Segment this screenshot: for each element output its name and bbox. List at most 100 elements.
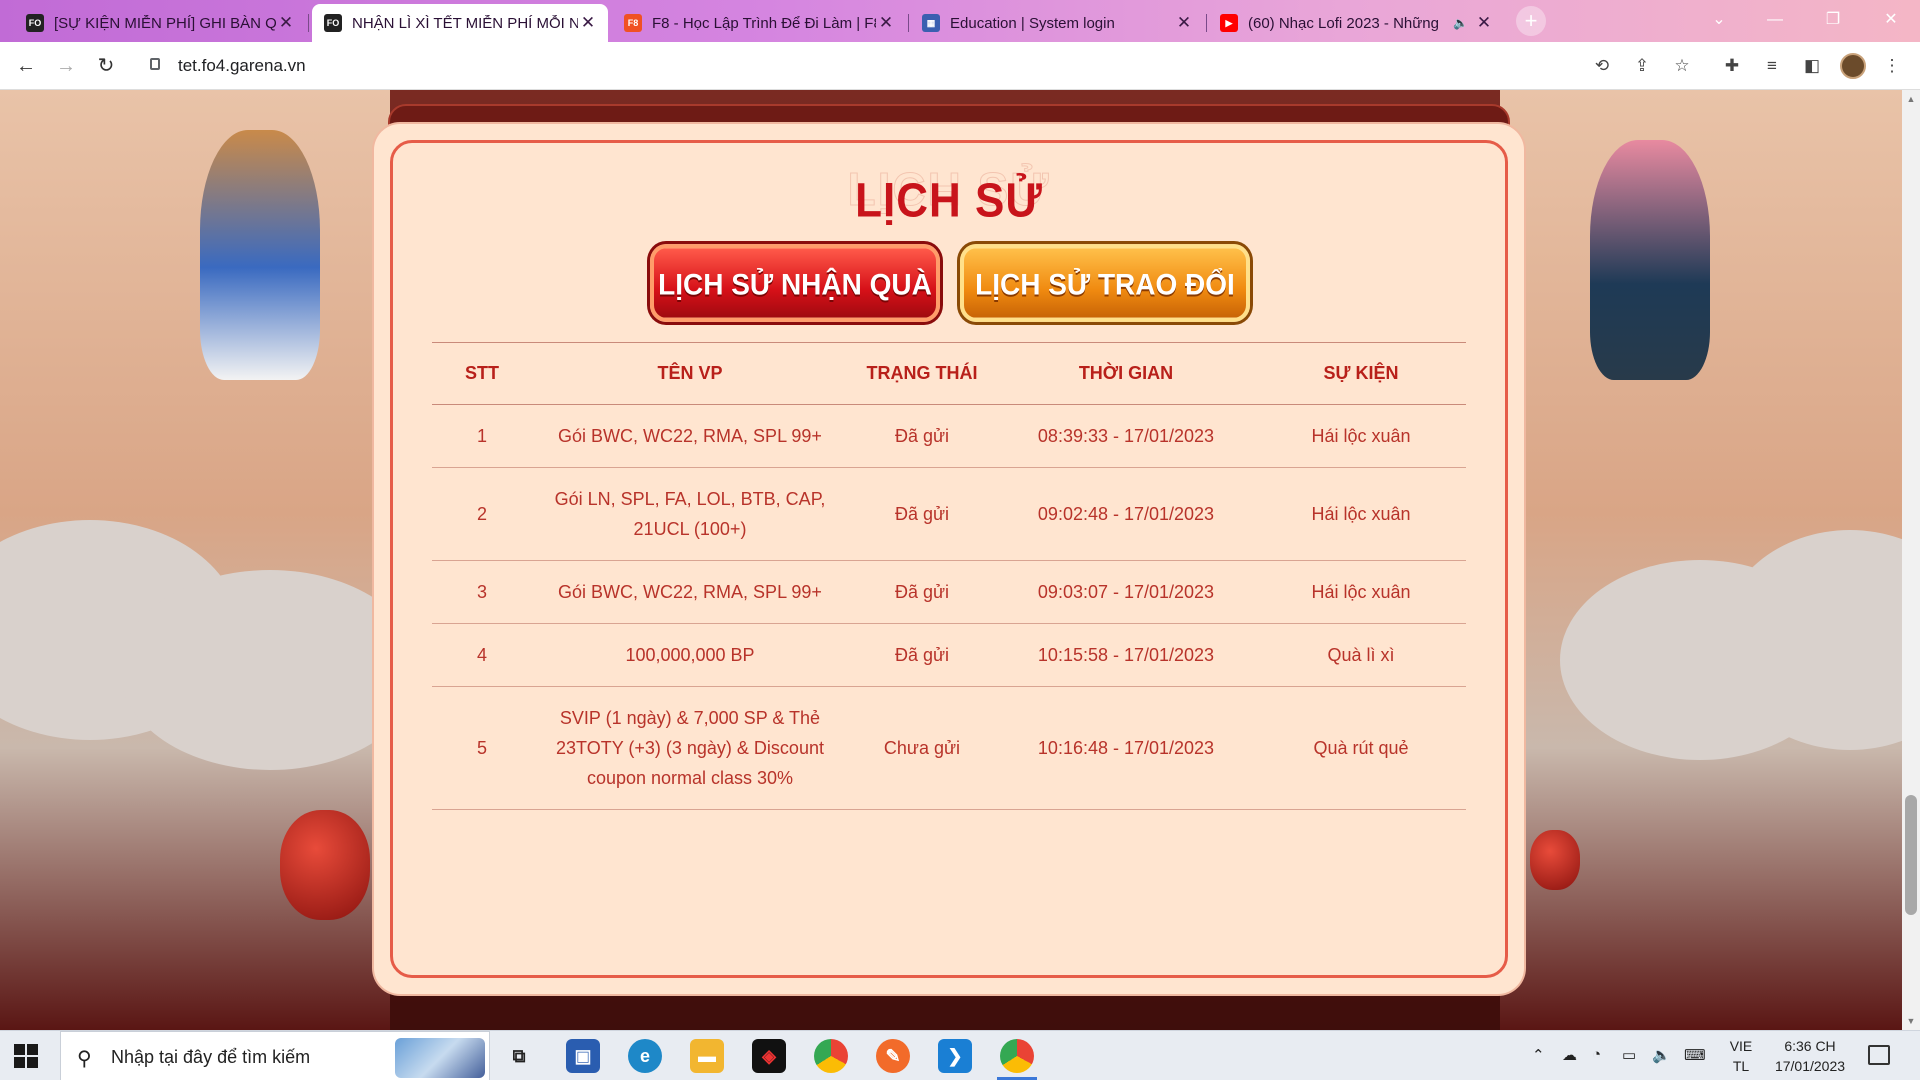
table-row: 5 SVIP (1 ngày) & 7,000 SP & Thẻ 23TOTY … xyxy=(432,686,1466,810)
fo4-icon: FO xyxy=(26,14,44,32)
tab-title: [SỰ KIỆN MIỄN PHÍ] GHI BÀN QU xyxy=(54,14,276,32)
lock-icon[interactable] xyxy=(150,58,160,70)
table-row: 3 Gói BWC, WC22, RMA, SPL 99+ Đã gửi 09:… xyxy=(432,560,1466,624)
tab-youtube[interactable]: ▶ (60) Nhạc Lofi 2023 - Những 🔈 ✕ xyxy=(1208,4,1504,42)
taskbar-search[interactable]: ⚲ Nhập tại đây để tìm kiếm xyxy=(60,1031,490,1080)
file-explorer-icon[interactable]: ▬ xyxy=(690,1039,724,1073)
edge-icon[interactable]: e xyxy=(628,1039,662,1073)
fo4-icon: FO xyxy=(324,14,342,32)
cell-stt: 2 xyxy=(432,467,532,561)
close-icon[interactable]: ✕ xyxy=(1174,13,1194,33)
translate-icon[interactable]: ⟲ xyxy=(1590,54,1614,78)
cell-item: Gói BWC, WC22, RMA, SPL 99+ xyxy=(532,560,848,624)
youtube-icon: ▶ xyxy=(1220,14,1238,32)
cell-event: Hái lộc xuân xyxy=(1256,404,1466,468)
cell-event: Hái lộc xuân xyxy=(1256,560,1466,624)
tab-separator xyxy=(908,14,909,32)
vscode-icon[interactable]: ❯ xyxy=(938,1039,972,1073)
table-header-row: STT TÊN VP TRẠNG THÁI THỜI GIAN SỰ KIỆN xyxy=(432,342,1466,405)
tab-title: F8 - Học Lập Trình Để Đi Làm | F8 xyxy=(652,14,876,32)
address-bar[interactable] xyxy=(138,48,1618,84)
back-icon[interactable]: ← xyxy=(12,52,40,80)
tab-strip: FO [SỰ KIỆN MIỄN PHÍ] GHI BÀN QU ✕ FO NH… xyxy=(0,0,1920,42)
profile-avatar[interactable] xyxy=(1840,53,1866,79)
minimize-icon[interactable]: — xyxy=(1750,0,1800,40)
forward-icon[interactable]: → xyxy=(52,52,80,80)
close-icon[interactable]: ✕ xyxy=(578,13,598,33)
restore-icon[interactable]: ❐ xyxy=(1808,0,1858,40)
url-text[interactable]: tet.fo4.garena.vn xyxy=(178,56,306,76)
search-placeholder: Nhập tại đây để tìm kiếm xyxy=(111,1047,311,1067)
onedrive-icon[interactable]: ☁ xyxy=(1562,1046,1577,1064)
cell-status: Đã gửi xyxy=(848,404,996,468)
header-stt: STT xyxy=(432,342,532,405)
cell-event: Quà lì xì xyxy=(1256,623,1466,687)
scroll-up-icon[interactable]: ▲ xyxy=(1902,90,1920,108)
tab-separator xyxy=(1206,14,1207,32)
header-event: SỰ KIỆN xyxy=(1256,342,1466,405)
menu-icon[interactable]: ⋮ xyxy=(1880,54,1904,78)
lantern-decor xyxy=(280,810,370,920)
star-icon[interactable]: ☆ xyxy=(1670,54,1694,78)
tab-title: (60) Nhạc Lofi 2023 - Những xyxy=(1248,14,1439,32)
close-icon[interactable]: ✕ xyxy=(876,13,896,33)
speaker-icon[interactable]: 🔈 xyxy=(1453,16,1468,30)
taskbar-clock[interactable]: 6:36 CH 17/01/2023 xyxy=(1770,1036,1850,1076)
cell-status: Chưa gửi xyxy=(848,686,996,810)
cell-item: 100,000,000 BP xyxy=(532,623,848,687)
table-row: 1 Gói BWC, WC22, RMA, SPL 99+ Đã gửi 08:… xyxy=(432,404,1466,468)
browser-toolbar: ← → ↻ tet.fo4.garena.vn ⟲ ⇪ ☆ ✚ ≡ ◧ ⋮ xyxy=(0,42,1920,90)
windows-taskbar: ⚲ Nhập tại đây để tìm kiếm ⧉ ▣ e ▬ ◈ ✎ ❯… xyxy=(0,1030,1920,1080)
store-icon[interactable]: ▣ xyxy=(566,1039,600,1073)
cell-status: Đã gửi xyxy=(848,560,996,624)
history-table: STT TÊN VP TRẠNG THÁI THỜI GIAN SỰ KIỆN … xyxy=(432,342,1466,810)
search-highlight-image xyxy=(395,1038,485,1078)
chrome-profile-icon[interactable] xyxy=(1000,1039,1034,1073)
search-icon: ⚲ xyxy=(77,1048,92,1070)
chrome-icon[interactable] xyxy=(814,1039,848,1073)
scrollbar-thumb[interactable] xyxy=(1905,795,1917,915)
cell-stt: 1 xyxy=(432,404,532,468)
postman-icon[interactable]: ✎ xyxy=(876,1039,910,1073)
scroll-down-icon[interactable]: ▼ xyxy=(1902,1012,1920,1030)
window-close-icon[interactable]: ✕ xyxy=(1866,0,1916,40)
tab-f8[interactable]: F8 F8 - Học Lập Trình Để Đi Làm | F8 ✕ xyxy=(612,4,906,42)
cell-stt: 5 xyxy=(432,686,532,810)
cell-event: Hái lộc xuân xyxy=(1256,467,1466,561)
clock-time: 6:36 CH xyxy=(1784,1038,1836,1054)
cell-time: 08:39:33 - 17/01/2023 xyxy=(996,404,1256,468)
cell-time: 09:02:48 - 17/01/2023 xyxy=(996,467,1256,561)
education-icon: ▦ xyxy=(922,14,940,32)
side-panel-icon[interactable]: ◧ xyxy=(1800,54,1824,78)
table-row: 2 Gói LN, SPL, FA, LOL, BTB, CAP, 21UCL … xyxy=(432,467,1466,561)
cell-time: 10:15:58 - 17/01/2023 xyxy=(996,623,1256,687)
cell-stt: 3 xyxy=(432,560,532,624)
tray-chevron-icon[interactable]: ⌃ xyxy=(1532,1046,1545,1064)
cell-time: 09:03:07 - 17/01/2023 xyxy=(996,560,1256,624)
windows-start-icon[interactable] xyxy=(14,1044,38,1068)
tab-event-ghi-ban[interactable]: FO [SỰ KIỆN MIỄN PHÍ] GHI BÀN QU ✕ xyxy=(14,4,306,42)
task-view-icon[interactable]: ⧉ xyxy=(502,1039,536,1073)
volume-icon[interactable]: 🔈 xyxy=(1652,1046,1671,1064)
receive-history-button[interactable]: LỊCH SỬ NHẬN QUÀ xyxy=(650,244,940,322)
reload-icon[interactable]: ↻ xyxy=(92,52,120,80)
tab-education[interactable]: ▦ Education | System login ✕ xyxy=(910,4,1204,42)
close-icon[interactable]: ✕ xyxy=(276,13,296,33)
history-modal: LỊCH SỬ LỊCH SỬ LỊCH SỬ NHẬN QUÀ LỊCH SỬ… xyxy=(374,124,1524,994)
new-tab-button[interactable]: + xyxy=(1516,6,1546,36)
share-icon[interactable]: ⇪ xyxy=(1630,54,1654,78)
garena-icon[interactable]: ◈ xyxy=(752,1039,786,1073)
language-indicator[interactable]: VIE TL xyxy=(1726,1036,1756,1076)
notification-icon[interactable] xyxy=(1868,1045,1890,1065)
exchange-history-button[interactable]: LỊCH SỬ TRAO ĐỔI xyxy=(960,244,1250,322)
modal-title: LỊCH SỬ xyxy=(855,173,1043,228)
battery-icon[interactable]: ▭ xyxy=(1622,1046,1636,1064)
extensions-icon[interactable]: ✚ xyxy=(1720,54,1744,78)
f8-icon: F8 xyxy=(624,14,642,32)
wifi-icon[interactable]: ◔ xyxy=(1592,1046,1601,1063)
close-icon[interactable]: ✕ xyxy=(1474,13,1494,33)
tab-search-icon[interactable]: ⌄ xyxy=(1694,0,1744,40)
tab-nhan-li-xi[interactable]: FO NHẬN LÌ XÌ TẾT MIỄN PHÍ MỖI N ✕ xyxy=(312,4,608,42)
keyboard-icon[interactable]: ⌨ xyxy=(1684,1046,1706,1064)
media-control-icon[interactable]: ≡ xyxy=(1760,54,1784,78)
